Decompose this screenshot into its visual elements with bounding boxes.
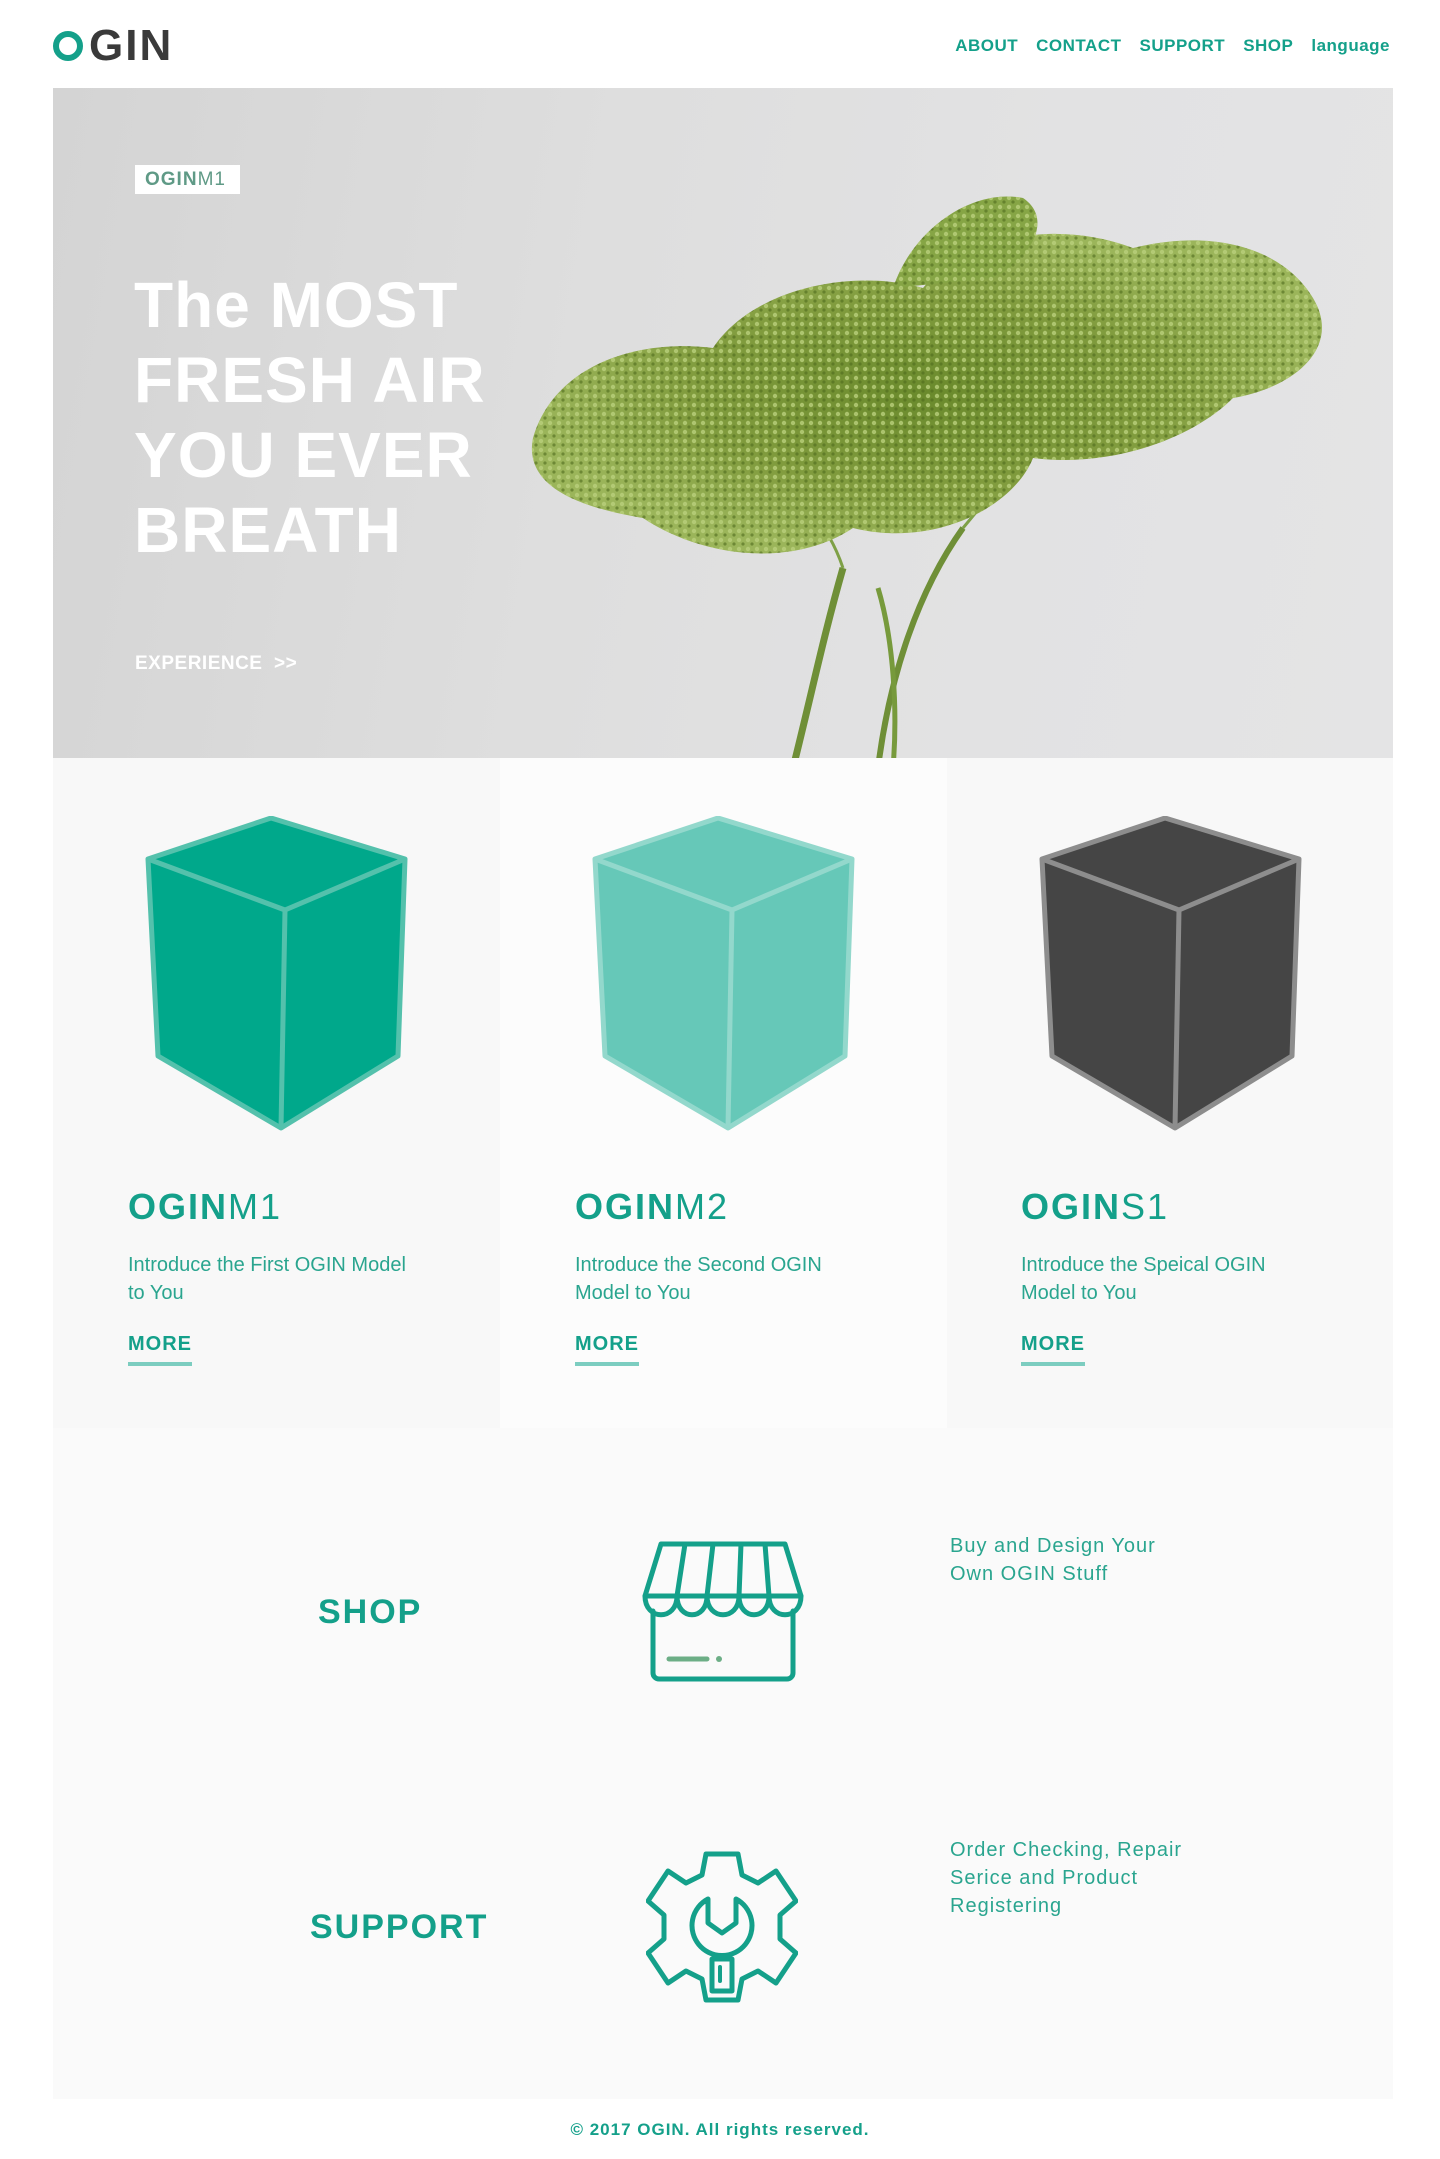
cube-icon <box>1039 816 1302 1131</box>
product-name-light: M2 <box>675 1186 730 1227</box>
product-name-light: M1 <box>228 1186 283 1227</box>
logo[interactable]: GIN <box>53 22 173 70</box>
support-description: Order Checking, Repair Serice and Produc… <box>950 1839 1183 1917</box>
product-name: OGINM1 <box>128 1186 282 1228</box>
product-name-light: S1 <box>1121 1186 1170 1227</box>
product-description: Introduce the Second OGIN Model to You <box>575 1254 822 1304</box>
nav-language[interactable]: language <box>1311 36 1390 56</box>
shop-description: Buy and Design Your Own OGIN Stuff <box>950 1535 1156 1585</box>
product-description: Introduce the Speical OGIN Model to You <box>1021 1254 1266 1304</box>
more-link[interactable]: MORE <box>128 1333 192 1366</box>
product-card-m1: OGINM1 Introduce the First OGIN Model to… <box>53 758 500 1428</box>
hero-badge: OGIN M1 <box>135 165 240 194</box>
plant-image <box>531 196 1322 758</box>
nav-about[interactable]: ABOUT <box>955 36 1018 56</box>
product-name-bold: OGIN <box>128 1186 229 1227</box>
hero-title: The MOST FRESH AIR YOU EVER BREATH <box>134 269 486 566</box>
site-header: GIN ABOUT CONTACT SUPPORT SHOP language <box>0 0 1440 88</box>
logo-text: GIN <box>89 21 174 70</box>
product-card-m2: OGINM2 Introduce the Second OGIN Model t… <box>500 758 947 1428</box>
experience-link[interactable]: EXPERIENCE >> <box>135 653 297 675</box>
cube-icon <box>592 816 855 1131</box>
main-nav: ABOUT CONTACT SUPPORT SHOP language <box>955 36 1390 56</box>
nav-support[interactable]: SUPPORT <box>1140 36 1226 56</box>
hero-badge-bold: OGIN <box>145 168 198 190</box>
nav-shop[interactable]: SHOP <box>1243 36 1293 56</box>
support-title[interactable]: SUPPORT <box>310 1908 488 1947</box>
footer-copyright: © 2017 OGIN. All rights reserved. <box>570 2120 870 2139</box>
product-name: OGINM2 <box>575 1186 729 1228</box>
nav-contact[interactable]: CONTACT <box>1036 36 1121 56</box>
product-name-bold: OGIN <box>1021 1186 1122 1227</box>
services-section: SHOP Buy and Design Your Own OGIN Stuff … <box>53 1428 1393 2099</box>
shop-title[interactable]: SHOP <box>318 1593 422 1632</box>
more-link[interactable]: MORE <box>1021 1333 1085 1366</box>
gear-wrench-icon <box>646 1851 798 2003</box>
cube-icon <box>145 816 408 1131</box>
hero-badge-light: M1 <box>197 168 226 190</box>
product-card-s1: OGINS1 Introduce the Speical OGIN Model … <box>947 758 1393 1428</box>
product-description: Introduce the First OGIN Model to You <box>128 1254 406 1304</box>
more-link[interactable]: MORE <box>575 1333 639 1366</box>
storefront-icon <box>642 1541 804 1682</box>
product-name: OGINS1 <box>1021 1186 1169 1228</box>
product-name-bold: OGIN <box>575 1186 676 1227</box>
logo-o-mark <box>53 31 83 61</box>
hero-banner: OGIN M1 The MOST FRESH AIR YOU EVER BREAT… <box>53 88 1393 758</box>
